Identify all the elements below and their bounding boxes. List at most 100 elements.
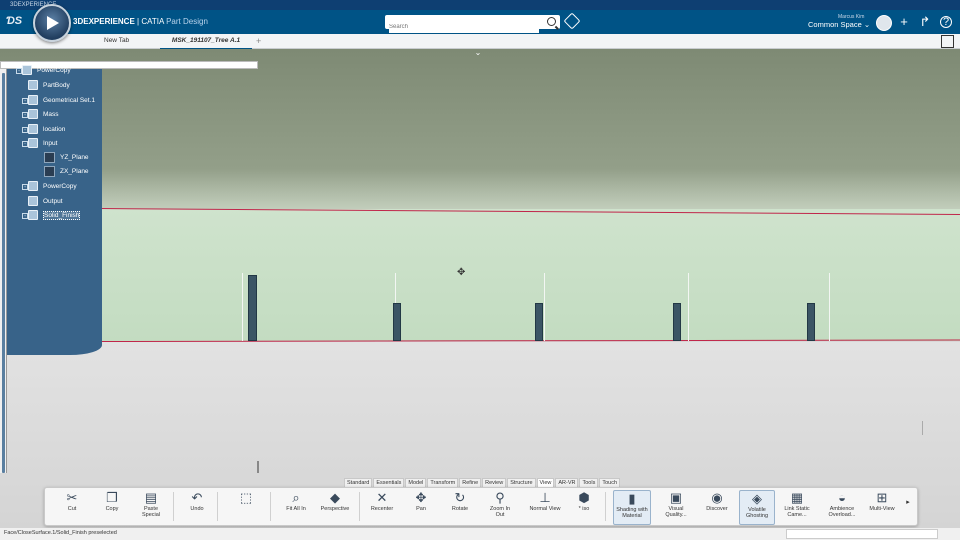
- add-tab-button[interactable]: +: [256, 34, 261, 48]
- link-static-camera-button[interactable]: ▦ Link Static Came...: [779, 490, 815, 523]
- tree-node[interactable]: + PowerCopy: [22, 181, 77, 192]
- chevron-right-icon: ▸: [906, 499, 910, 506]
- user-menu[interactable]: Marcus Kim Common Space ⌄: [808, 14, 870, 29]
- model-pillar[interactable]: [393, 303, 401, 341]
- top-bar: ƊS 3DEXPERIENCE | CATIA Part Design Marc…: [0, 10, 960, 34]
- move-cursor-icon: ✥: [457, 267, 466, 278]
- tree-node[interactable]: PartBody: [28, 80, 70, 91]
- selection-button[interactable]: ⬚: [231, 490, 261, 523]
- iso-label: * iso: [578, 506, 590, 512]
- status-input[interactable]: [786, 529, 938, 539]
- compass-icon[interactable]: [33, 4, 71, 42]
- undo-icon: ↶: [191, 490, 203, 505]
- tab-new[interactable]: New Tab: [104, 34, 129, 48]
- rotate-icon: ↻: [454, 490, 466, 505]
- geometrical-set-icon: [28, 196, 38, 207]
- model-pillar[interactable]: [807, 303, 815, 341]
- ambience-overload-button[interactable]: ◒ Ambience Overload...: [825, 490, 859, 523]
- add-icon[interactable]: +: [897, 15, 911, 29]
- share-icon[interactable]: ↱: [918, 15, 932, 29]
- tree-node-label: PowerCopy: [37, 67, 71, 74]
- ds-logo-icon: ƊS: [6, 15, 23, 27]
- expand-icon[interactable]: +: [22, 112, 28, 118]
- paste-special-button[interactable]: ▤ Paste Special: [135, 490, 167, 523]
- paste-special-label: Paste Special: [141, 506, 161, 518]
- search-input[interactable]: [389, 21, 539, 33]
- brand-label: 3DEXPERIENCE: [73, 17, 135, 26]
- tree-node-label: Mass: [43, 111, 59, 118]
- model-pillar[interactable]: [535, 303, 543, 341]
- scroll-thumb[interactable]: [2, 73, 5, 473]
- tree-node[interactable]: YZ_Plane: [44, 152, 89, 163]
- recenter-button[interactable]: ✕ Recenter: [367, 490, 397, 523]
- space-selector[interactable]: Common Space ⌄: [808, 20, 870, 29]
- orientation-triad-icon[interactable]: [922, 421, 935, 435]
- geometrical-set-icon: [28, 210, 38, 221]
- tree-node-selected[interactable]: + Solid_Finish: [22, 210, 81, 221]
- search-icon[interactable]: [547, 17, 556, 26]
- perspective-label: Perspective: [320, 506, 350, 512]
- visual-quality-button[interactable]: ▣ Visual Quality...: [659, 490, 693, 523]
- separator: [173, 492, 174, 521]
- volatile-ghosting-label: Volatile Ghosting: [745, 507, 768, 519]
- expand-icon[interactable]: +: [22, 98, 28, 104]
- tree-scrollbar[interactable]: [0, 63, 7, 473]
- pan-button[interactable]: ✥ Pan: [407, 490, 435, 523]
- scissors-icon: ✂: [66, 490, 78, 505]
- play-icon: [47, 16, 59, 30]
- tree-node-label: Geometrical Set.1: [43, 97, 96, 104]
- tree-node[interactable]: + Mass: [22, 109, 59, 120]
- tree-node[interactable]: − Input: [22, 138, 58, 149]
- model-pole: [544, 273, 545, 341]
- tree-node[interactable]: ZX_Plane: [44, 166, 89, 177]
- fit-all-in-button[interactable]: ⌕ Fit All In: [283, 490, 309, 523]
- perspective-button[interactable]: ◆ Perspective: [317, 490, 353, 523]
- tree-node[interactable]: + location: [22, 124, 65, 135]
- cut-button[interactable]: ✂ Cut: [57, 490, 87, 523]
- rotate-button[interactable]: ↻ Rotate: [445, 490, 475, 523]
- help-icon[interactable]: ?: [940, 16, 952, 28]
- multi-view-button[interactable]: ⊞ Multi-View: [865, 490, 899, 523]
- body-icon: [28, 80, 38, 91]
- expand-icon[interactable]: +: [22, 184, 28, 190]
- powercopy-icon: [22, 65, 32, 76]
- model-pole: [829, 273, 830, 341]
- command-tab-strip: Standard Essentials Model Transform Refi…: [344, 478, 621, 489]
- expand-icon[interactable]: +: [22, 127, 28, 133]
- undo-button[interactable]: ↶ Undo: [182, 490, 212, 523]
- fullscreen-icon[interactable]: [941, 35, 954, 48]
- tree-node[interactable]: + Geometrical Set.1: [22, 95, 96, 106]
- geometrical-set-icon: [28, 95, 38, 106]
- tree-node[interactable]: + PowerCopy: [16, 65, 71, 76]
- tree-node-label: Input: [43, 140, 58, 147]
- iso-cube-icon: ⬢: [578, 490, 590, 505]
- discover-button[interactable]: ◉ Discover: [701, 490, 733, 523]
- model-pillar[interactable]: [248, 275, 257, 341]
- collapse-icon[interactable]: −: [22, 141, 28, 147]
- app-title: 3DEXPERIENCE | CATIA Part Design: [73, 17, 208, 26]
- undo-label: Undo: [190, 506, 204, 512]
- status-bar: Face/CloseSurface.1/Solid_Finish presele…: [0, 528, 960, 540]
- model-pillar[interactable]: [673, 303, 681, 341]
- expand-icon[interactable]: +: [22, 213, 28, 219]
- search-box[interactable]: [385, 15, 560, 33]
- model-face[interactable]: [0, 209, 960, 341]
- copy-button[interactable]: ❐ Copy: [97, 490, 127, 523]
- expand-icon[interactable]: +: [16, 68, 22, 74]
- normal-view-button[interactable]: ⊥ Normal View: [529, 490, 561, 523]
- tab-active-document[interactable]: MSK_191107_Tree A.1: [160, 34, 252, 50]
- tag-icon[interactable]: [563, 12, 581, 30]
- space-label: Common Space: [808, 20, 862, 29]
- shading-with-material-button[interactable]: ▮ Shading with Material: [613, 490, 651, 525]
- tree-node[interactable]: Output: [28, 196, 63, 207]
- avatar[interactable]: [876, 15, 892, 31]
- volatile-ghosting-button[interactable]: ◈ Volatile Ghosting: [739, 490, 775, 525]
- tree-node-label: Output: [43, 198, 63, 205]
- collapse-chevron-icon[interactable]: ⌄: [472, 49, 484, 57]
- splitter-handle[interactable]: [257, 461, 259, 473]
- shading-label: Shading with Material: [616, 507, 648, 519]
- iso-view-button[interactable]: ⬢ * iso: [571, 490, 597, 523]
- zoom-button[interactable]: ⚲ Zoom In Out: [485, 490, 515, 523]
- recenter-icon: ✕: [376, 490, 388, 505]
- 3d-viewport[interactable]: ⌄ ✥ + PowerCopy PartBody + Geometrical Set…: [0, 49, 960, 531]
